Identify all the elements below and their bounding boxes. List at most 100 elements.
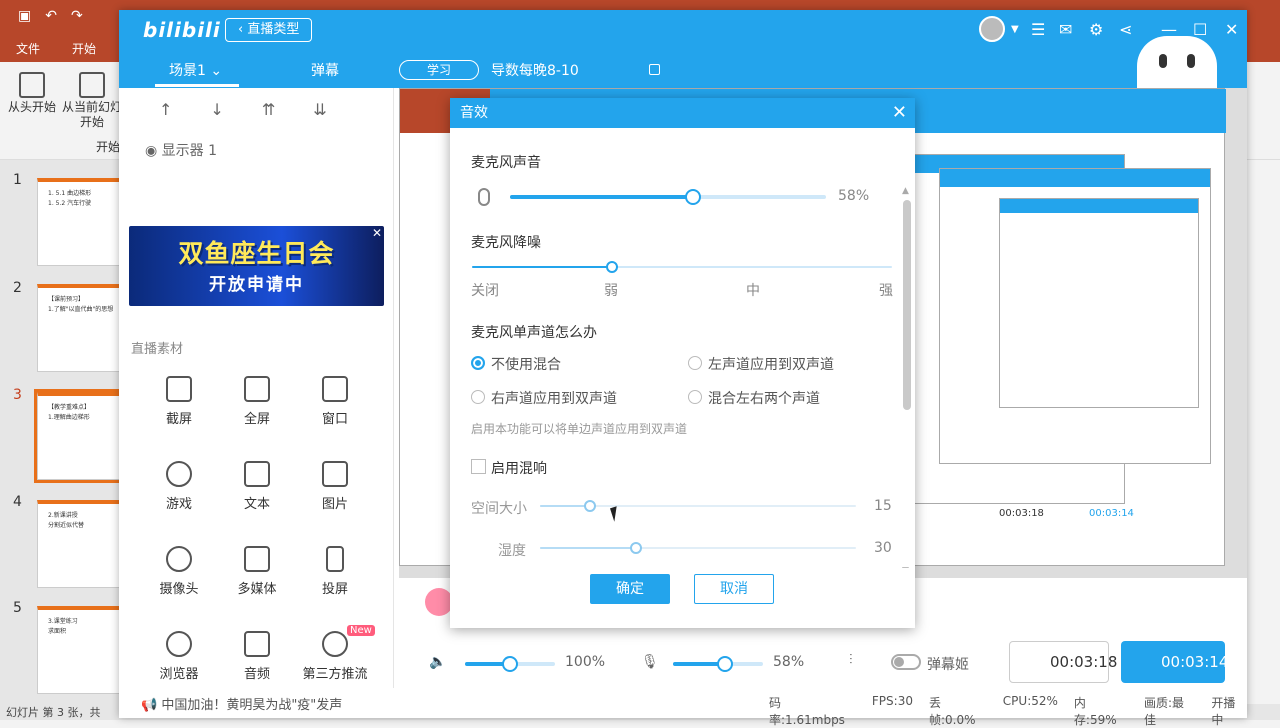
scroll-up-icon[interactable]: ▲ bbox=[902, 186, 909, 196]
room-size-knob[interactable] bbox=[584, 500, 596, 512]
tool-browser[interactable]: 浏览器 bbox=[139, 631, 219, 682]
materials-heading: 直播素材 bbox=[131, 342, 184, 357]
mixer-icon[interactable]: ⫶ bbox=[849, 652, 853, 668]
tool-window[interactable]: 窗口 bbox=[295, 376, 375, 427]
slide-number: 5 bbox=[13, 600, 22, 616]
danmaku-ji-toggle[interactable] bbox=[891, 654, 921, 670]
slide-thumbnail[interactable]: 【课前预习】 1.了解"以直代曲"的思想 bbox=[37, 284, 127, 372]
ok-button[interactable]: 确定 bbox=[590, 574, 670, 604]
slide-thumbnail[interactable]: 3.课堂练习 求面积 bbox=[37, 606, 127, 694]
slideshow-current-icon bbox=[79, 72, 105, 98]
move-down-icon[interactable]: ↓ bbox=[210, 100, 223, 119]
avatar[interactable] bbox=[979, 16, 1005, 42]
noise-level-medium[interactable]: 中 bbox=[746, 280, 760, 300]
dialog-mic-slider[interactable] bbox=[510, 189, 826, 205]
slideshow-from-current-button[interactable]: 从当前幻灯 开始 bbox=[62, 72, 122, 130]
tool-camera[interactable]: 摄像头 bbox=[139, 546, 219, 597]
dialog-title: 音效 bbox=[460, 105, 488, 121]
speaker-volume-knob[interactable] bbox=[502, 656, 518, 672]
mono-option-mix[interactable]: 混合左右两个声道 bbox=[688, 388, 820, 408]
tool-screenshot[interactable]: 截屏 bbox=[139, 376, 219, 427]
noise-reduction-knob[interactable] bbox=[606, 261, 618, 273]
slide-thumbnail[interactable]: 1. 5.1 曲边梯形 1. 5.2 汽车行驶 bbox=[37, 178, 127, 266]
dialog-mic-knob[interactable] bbox=[685, 189, 702, 205]
slide-thumbnail-pane: 1 1. 5.1 曲边梯形 1. 5.2 汽车行驶 2 【课前预习】 1.了解"以直… bbox=[0, 160, 130, 706]
speaker-volume-value: 100% bbox=[565, 654, 606, 670]
noise-reduction-slider[interactable] bbox=[472, 261, 892, 273]
mic-volume-knob[interactable] bbox=[717, 656, 734, 672]
tool-media[interactable]: 多媒体 bbox=[217, 546, 297, 597]
slide-thumbnail[interactable]: 2.新课讲授 分割近似代替 bbox=[37, 500, 127, 588]
humidity-knob[interactable] bbox=[630, 542, 642, 554]
tool-projection[interactable]: 投屏 bbox=[295, 546, 375, 597]
edit-icon[interactable] bbox=[649, 64, 660, 75]
mic-volume-slider[interactable] bbox=[673, 656, 763, 672]
tool-audio[interactable]: 音频 bbox=[217, 631, 297, 682]
mono-heading: 麦克风单声道怎么办 bbox=[471, 325, 597, 341]
tool-game[interactable]: 游戏 bbox=[139, 461, 219, 512]
text-icon bbox=[244, 461, 270, 487]
room-title: 导数每晚8-10 bbox=[491, 63, 579, 79]
tool-image[interactable]: 图片 bbox=[295, 461, 375, 512]
gift-icon[interactable] bbox=[425, 588, 453, 616]
move-bottom-icon[interactable]: ⇊ bbox=[313, 100, 326, 119]
record-button[interactable]: 00:03:18 bbox=[1009, 641, 1117, 683]
mono-option-left[interactable]: 左声道应用到双声道 bbox=[688, 354, 834, 374]
move-up-icon[interactable]: ↑ bbox=[159, 100, 172, 119]
tool-text[interactable]: 文本 bbox=[217, 461, 297, 512]
tool-fullscreen[interactable]: 全屏 bbox=[217, 376, 297, 427]
mono-option-right[interactable]: 右声道应用到双声道 bbox=[471, 388, 617, 408]
close-icon[interactable]: ✕ bbox=[372, 226, 382, 240]
ppt-tab-file[interactable]: 文件 bbox=[0, 36, 56, 60]
stat-mem: 内存:59% bbox=[1073, 696, 1117, 727]
tool-third-party-stream[interactable]: New 第三方推流 bbox=[295, 625, 375, 682]
live-type-button[interactable]: ‹ 直播类型 bbox=[225, 18, 313, 42]
promo-banner[interactable]: 双鱼座生日会 开放申请中 ✕ bbox=[129, 226, 384, 306]
cancel-button[interactable]: 取消 bbox=[694, 574, 774, 604]
humidity-label: 湿度 bbox=[498, 543, 526, 559]
dialog-scrollbar[interactable] bbox=[903, 200, 911, 410]
slideshow-from-start-button[interactable]: 从头开始 bbox=[8, 72, 56, 115]
tab-danmu[interactable]: 弹幕 bbox=[311, 60, 339, 80]
bilibili-mascot bbox=[1137, 36, 1217, 88]
mail-icon[interactable]: ✉ bbox=[1059, 20, 1072, 39]
source-panel: ↑ ↓ ⇈ ⇊ ◉ 显示器 1 双鱼座生日会 开放申请中 ✕ 直播素材 截屏 全… bbox=[119, 88, 394, 688]
media-icon bbox=[244, 546, 270, 572]
close-icon[interactable]: ✕ bbox=[1225, 20, 1238, 39]
new-badge: New bbox=[347, 625, 375, 636]
room-size-fill bbox=[540, 505, 590, 507]
ppt-tab-home[interactable]: 开始 bbox=[56, 36, 112, 60]
menu-icon[interactable]: ☰ bbox=[1031, 20, 1045, 39]
category-pill[interactable]: 学习 bbox=[399, 60, 479, 80]
eye-icon[interactable]: ◉ bbox=[145, 143, 162, 159]
image-icon bbox=[322, 461, 348, 487]
reverb-checkbox[interactable]: 启用混响 bbox=[471, 458, 547, 478]
room-size-slider[interactable] bbox=[540, 500, 856, 512]
humidity-slider[interactable] bbox=[540, 542, 856, 554]
dialog-mic-fill bbox=[510, 195, 694, 199]
scroll-down-icon[interactable]: ▼ bbox=[902, 566, 909, 568]
slide-thumbnail-active[interactable]: 【教学重难点】 1.理解曲边梯形 bbox=[34, 389, 130, 483]
noise-level-off[interactable]: 关闭 bbox=[471, 280, 499, 300]
chevron-down-icon[interactable]: ▼ bbox=[1011, 24, 1019, 35]
mono-option-none[interactable]: 不使用混合 bbox=[471, 354, 561, 374]
close-icon[interactable]: ✕ bbox=[892, 98, 907, 128]
tab-scene[interactable]: 场景1 ⌄ bbox=[169, 60, 222, 80]
source-item-display[interactable]: ◉ 显示器 1 bbox=[145, 140, 217, 160]
slide-number: 2 bbox=[13, 280, 22, 296]
mic-volume-value: 58% bbox=[773, 654, 805, 670]
dialog-body: 麦克风声音 58% 麦克风降噪 关闭 弱 中 强 麦克风单声道怎么办 不使用混合… bbox=[450, 128, 915, 568]
live-button[interactable]: 00:03:14 bbox=[1121, 641, 1228, 683]
quick-access-icons[interactable]: ▣↶↷ bbox=[18, 8, 97, 24]
share-icon[interactable]: ⋖ bbox=[1119, 20, 1132, 39]
banner-title: 双鱼座生日会 bbox=[178, 239, 335, 268]
stat-cpu: CPU:52% bbox=[1002, 694, 1058, 708]
speaker-volume-slider[interactable] bbox=[465, 656, 555, 672]
gear-icon[interactable]: ⚙ bbox=[1089, 20, 1103, 39]
move-top-icon[interactable]: ⇈ bbox=[262, 100, 275, 119]
speaker-icon[interactable]: 🔈 bbox=[429, 654, 446, 670]
news-ticker[interactable]: 📢 中国加油！黄明昊为战"疫"发声 bbox=[119, 688, 719, 718]
noise-level-weak[interactable]: 弱 bbox=[604, 280, 618, 300]
mic-icon[interactable]: 🎙 bbox=[641, 654, 659, 670]
noise-level-strong[interactable]: 强 bbox=[879, 280, 893, 300]
